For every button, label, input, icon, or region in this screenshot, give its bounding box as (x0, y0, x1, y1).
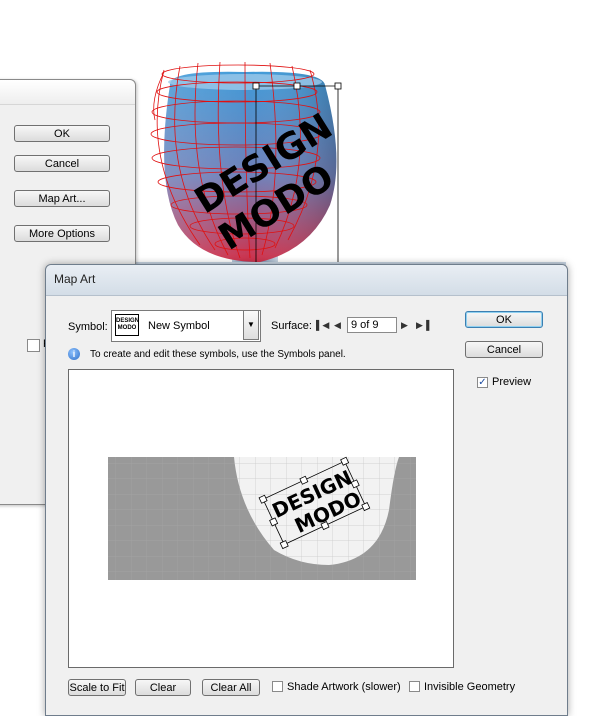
previous-surface-icon[interactable]: ◀ (334, 320, 341, 331)
info-icon: i (68, 348, 80, 360)
clear-all-button[interactable]: Clear All (202, 679, 260, 696)
surface-input[interactable] (347, 317, 397, 333)
shade-artwork-label: Shade Artwork (slower) (287, 681, 401, 693)
symbol-thumbnail: DESIGN MODO (115, 314, 139, 336)
symbol-select[interactable]: DESIGN MODO New Symbol (111, 310, 261, 342)
preview-label: Preview (492, 376, 532, 388)
clear-button[interactable]: Clear (135, 679, 191, 696)
next-surface-icon[interactable]: ▶ (401, 320, 408, 331)
back-more-options-button[interactable]: More Options (14, 225, 110, 242)
chevron-down-icon[interactable]: ▼ (243, 310, 259, 340)
symbol-label: Symbol: (68, 321, 108, 333)
last-surface-icon[interactable]: ▶▐ (416, 320, 429, 331)
cancel-button[interactable]: Cancel (465, 341, 543, 358)
preview-checkbox[interactable]: ✓ (477, 377, 488, 388)
ok-button[interactable]: OK (465, 311, 543, 328)
back-ok-button[interactable]: OK (14, 125, 110, 142)
scale-to-fit-button[interactable]: Scale to Fit (68, 679, 126, 696)
dialog-title: Map Art (54, 272, 96, 286)
symbol-value: New Symbol (148, 320, 210, 332)
info-text: To create and edit these symbols, use th… (90, 349, 346, 360)
map-art-dialog: Map Art Symbol: DESIGN MODO New Symbol ▼… (45, 264, 568, 716)
invisible-geometry-label: Invisible Geometry (424, 681, 516, 693)
back-cancel-button[interactable]: Cancel (14, 155, 110, 172)
map-art-titlebar (46, 265, 567, 296)
first-surface-icon[interactable]: ▌◀ (316, 320, 329, 331)
invisible-geometry-checkbox[interactable] (409, 681, 420, 692)
shade-artwork-checkbox[interactable] (272, 681, 283, 692)
back-map-art-button[interactable]: Map Art... (14, 190, 110, 207)
back-preview-checkbox[interactable] (27, 339, 40, 352)
surface-preview-svg: DESIGN MODO (108, 456, 416, 580)
surface-preview-canvas[interactable]: DESIGN MODO (68, 369, 454, 668)
surface-label: Surface: (271, 320, 312, 332)
revolve-dialog-titlebar (0, 80, 135, 105)
